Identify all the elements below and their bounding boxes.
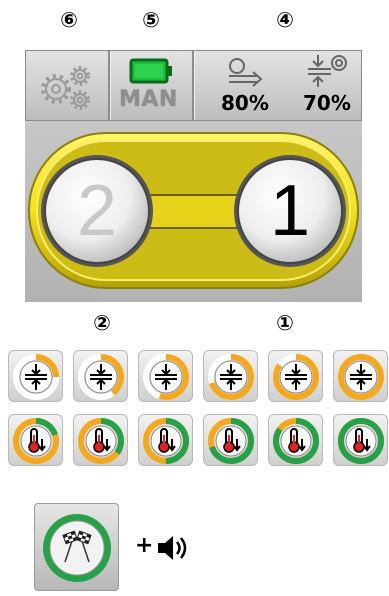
finish-flags-icon — [43, 514, 111, 582]
finish-tile[interactable] — [34, 503, 119, 591]
metric-left-value: 80% — [221, 91, 269, 115]
temperature-tile[interactable] — [73, 414, 128, 466]
callout-4: ④ — [276, 8, 294, 32]
temperature-tile[interactable] — [8, 414, 63, 466]
battery-cell[interactable]: MAN — [111, 51, 191, 120]
speaker-icon — [158, 536, 187, 560]
metric-right-value: 70% — [303, 91, 351, 115]
flow-icon — [229, 58, 263, 87]
thermometer-icon — [143, 418, 189, 464]
thermometer-icon — [273, 418, 319, 464]
main-panel: 2 1 — [25, 121, 362, 302]
compression-icon — [273, 354, 319, 400]
indicator-2-label: 2 — [76, 171, 118, 251]
compression-icon — [338, 354, 384, 400]
compression-icon — [13, 354, 59, 400]
temperature-tile[interactable] — [203, 414, 258, 466]
compression-icon — [143, 354, 189, 400]
temperature-tile[interactable] — [138, 414, 193, 466]
temperature-tile[interactable] — [333, 414, 388, 466]
plus-sign: + — [135, 533, 154, 558]
compression-icon — [208, 354, 254, 400]
press-icon — [308, 55, 347, 87]
callout-1: ① — [276, 311, 294, 335]
status-bar: MAN 80% 70% — [25, 50, 362, 121]
compression-tile[interactable] — [73, 350, 128, 402]
mode-label: MAN — [119, 87, 178, 112]
compression-tile[interactable] — [8, 350, 63, 402]
callout-6: ⑥ — [60, 8, 78, 32]
compression-tile[interactable] — [203, 350, 258, 402]
compression-tile[interactable] — [333, 350, 388, 402]
callout-5: ⑤ — [142, 8, 160, 32]
callout-2: ② — [93, 311, 111, 335]
compression-tile[interactable] — [138, 350, 193, 402]
metrics-cell[interactable]: 80% 70% — [195, 51, 361, 120]
settings-cell[interactable] — [26, 51, 108, 120]
thermometer-icon — [13, 418, 59, 464]
thermometer-icon — [338, 418, 384, 464]
indicator-1-label: 1 — [269, 171, 311, 251]
thermometer-icon — [208, 418, 254, 464]
gears-icon — [41, 66, 90, 110]
compression-icon — [78, 354, 124, 400]
compression-tile[interactable] — [268, 350, 323, 402]
thermometer-icon — [78, 418, 124, 464]
temperature-tile[interactable] — [268, 414, 323, 466]
